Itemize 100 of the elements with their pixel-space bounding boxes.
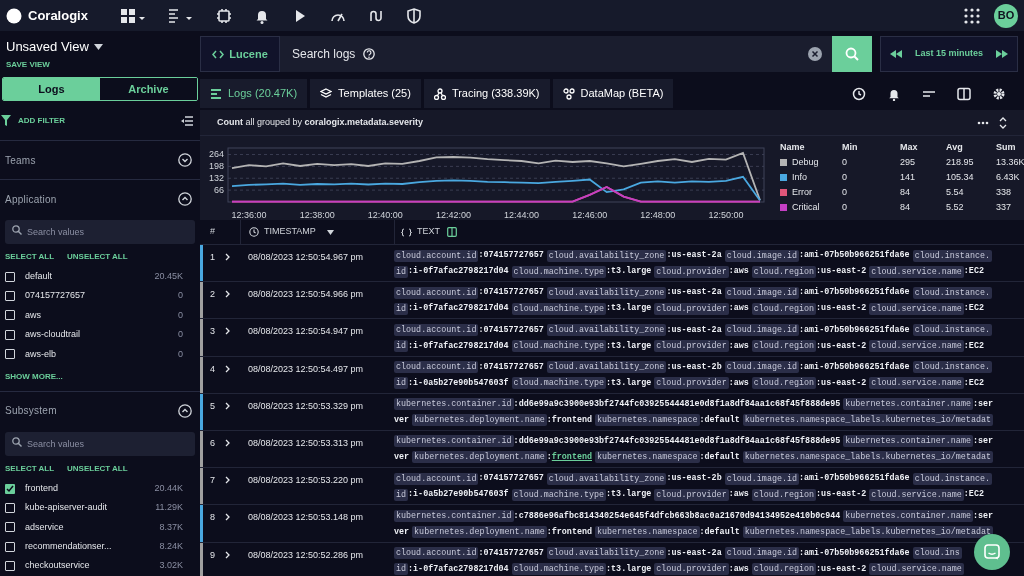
timestamp-cell: 08/08/2023 12:50:54.947 pm (248, 325, 364, 339)
timestamp-cell: 08/08/2023 12:50:53.220 pm (248, 474, 364, 488)
field-key-tag: cloud.region (751, 563, 817, 575)
legend-series-name: Critical (792, 200, 820, 214)
legend-column-header: Name (780, 140, 806, 154)
field-value: :us-east-2 (816, 488, 867, 501)
view-title: Unsaved View (6, 38, 89, 57)
field-key-tag: kubernetes.deployment.name (412, 525, 547, 538)
field-key-tag: kubernetes.namespace (595, 414, 700, 427)
legend-value: 105.34 (946, 170, 975, 184)
field-value: :t3.large (606, 302, 652, 315)
field-key-tag: kubernetes.container.id (394, 509, 514, 522)
field-key-tag: kubernetes.container.id (394, 398, 514, 411)
y-tick-label: 264 (208, 149, 224, 160)
field-value: :us-east-2 (816, 376, 867, 390)
field-key-tag: cloud.image.id (724, 472, 800, 485)
field-key-tag: kubernetes.namespace_labels.kubernetes_io/metadat (742, 451, 993, 464)
field-key-tag: id (394, 488, 409, 501)
field-value: :ami-07b50b966251fda6e (799, 323, 910, 337)
timestamp-cell-text: 08/08/2023 12:50:54.497 pm (248, 362, 364, 376)
field-value: : (546, 451, 552, 464)
field-value: :EC2 (963, 488, 984, 501)
field-value: :EC2 (963, 265, 984, 278)
field-value: :us-east-2a (666, 323, 722, 337)
field-key-tag: cloud.account.id (394, 249, 479, 262)
legend-value: 84 (900, 185, 911, 199)
legend-column-header: Avg (946, 140, 964, 154)
filter-value-count: 0 (178, 328, 183, 342)
field-value: :ami-07b50b966251fda6e (799, 546, 910, 560)
field-key-tag: cloud.image.id (724, 361, 800, 374)
field-key-tag: cloud.machine.type (511, 377, 607, 390)
field-key-tag: cloud.machine.type (511, 265, 607, 278)
legend-value: 13.36K (996, 155, 1024, 169)
legend-value: 141 (900, 170, 917, 184)
row-number: 6 (210, 436, 215, 450)
field-value: :dd6e99a9c3900e93bf2744fc03925544481e0d8f1a8df84aa1c68f45f888de95 (513, 397, 841, 411)
field-key-tag: cloud.region (751, 265, 817, 278)
field-key-tag: cloud.instance. (912, 286, 992, 299)
field-key-tag: kubernetes.namespace (595, 451, 700, 464)
field-key-tag: kubernetes.namespace (595, 525, 700, 538)
field-value: :i-0f7afac2798217d04 (408, 339, 509, 353)
legend-series-name: Debug (792, 155, 819, 169)
field-key-tag: cloud.account.id (394, 323, 479, 336)
row-number: 2 (210, 288, 215, 302)
field-value: ver (394, 451, 410, 464)
legend-value: 5.54 (946, 185, 965, 199)
field-key-tag: cloud.provider (654, 377, 729, 390)
legend-column-header: Max (900, 140, 919, 154)
field-value: :frontend (546, 525, 592, 539)
field-key-tag: cloud.region (751, 377, 817, 390)
field-key-tag: kubernetes.container.name (843, 398, 973, 411)
field-value: :aws (728, 488, 749, 501)
field-value: :i-0f7afac2798217d04 (408, 302, 509, 315)
field-value: :ami-07b50b966251fda6e (799, 286, 910, 299)
x-tick-label: 12:38:00 (299, 210, 335, 220)
field-value: :t3.large (606, 562, 652, 576)
legend-value: 0 (842, 155, 848, 169)
field-key-tag: cloud.region (751, 339, 817, 352)
field-value: :us-east-2b (666, 360, 722, 374)
field-key-tag: cloud.account.id (394, 286, 479, 299)
field-key-tag: kubernetes.container.id (394, 435, 514, 448)
chart-title: Count all grouped by coralogix.metadata.severity (217, 115, 424, 129)
field-key-tag: cloud.provider (654, 339, 729, 352)
field-value: :t3.large (606, 339, 652, 353)
legend-series-name: Error (792, 185, 812, 199)
field-value: :dd6e99a9c3900e93bf2744fc03925544481e0d8f1a8df84aa1c68f45f888de95 (513, 435, 841, 448)
field-key-tag: kubernetes.container.name (843, 509, 973, 522)
field-value: :default (699, 451, 740, 464)
y-tick-label: 66 (214, 185, 224, 196)
field-key-tag: cloud.region (751, 488, 817, 501)
legend-value: 295 (900, 155, 917, 169)
field-value: :us-east-2 (816, 302, 867, 315)
legend-value: 0 (842, 200, 848, 214)
legend-value: 218.95 (946, 155, 975, 169)
field-value: :frontend (546, 413, 592, 427)
field-key-tag: kubernetes.container.name (843, 435, 973, 448)
legend-series-name: Info (792, 170, 807, 184)
field-key-tag: id (394, 339, 409, 352)
legend-value: 5.52 (946, 200, 965, 214)
field-value: :us-east-2 (816, 265, 867, 278)
field-key-tag: cloud.service.name (869, 377, 964, 390)
filter-value-count: 20.44K (154, 481, 183, 495)
field-key-tag: kubernetes.deployment.name (412, 414, 547, 427)
field-value: :aws (728, 302, 749, 315)
row-number: 4 (210, 362, 215, 376)
field-value: :us-east-2b (666, 472, 722, 485)
field-key-tag: cloud.machine.type (511, 563, 607, 575)
field-key-tag: id (394, 377, 409, 390)
y-tick-label: 198 (208, 161, 224, 172)
field-value: :i-0a5b27e90b547603f (408, 488, 509, 501)
field-key-tag: cloud.machine.type (511, 339, 607, 352)
y-tick-label: 132 (208, 173, 224, 184)
field-key-tag: id (394, 563, 409, 575)
field-value: :t3.large (606, 488, 652, 501)
field-value: ver (394, 413, 410, 427)
column-header: TEXT (417, 225, 440, 239)
field-value: :us-east-2a (666, 249, 722, 262)
field-value: :i-0f7afac2798217d04 (408, 265, 509, 278)
field-value: :aws (728, 265, 749, 278)
legend-value: 6.43K (996, 170, 1021, 184)
